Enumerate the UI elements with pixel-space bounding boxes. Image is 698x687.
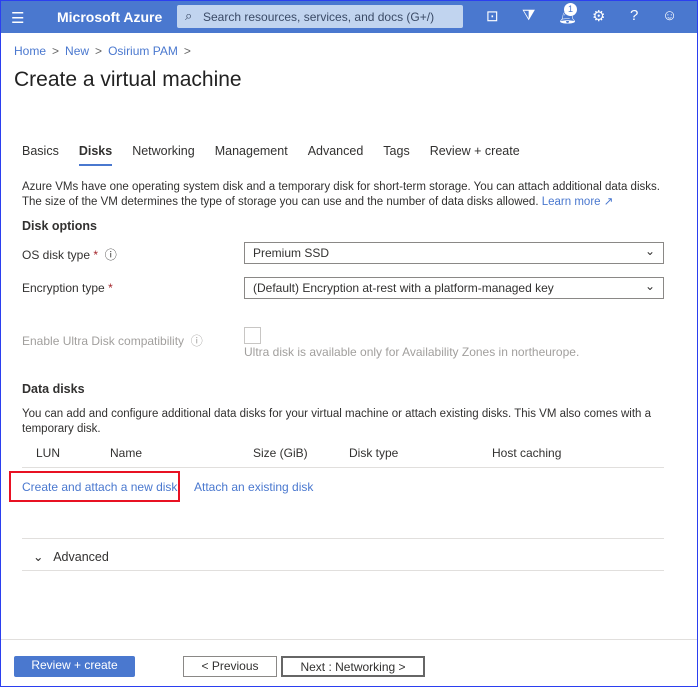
- column-host-caching: Host caching: [492, 446, 562, 460]
- breadcrumb-home[interactable]: Home: [14, 44, 46, 58]
- column-name: Name: [110, 446, 143, 460]
- help-icon[interactable]: ?: [630, 7, 638, 24]
- window: ☰ Microsoft Azure ⌕ Search resources, ser…: [0, 0, 698, 687]
- disk-options-heading: Disk options: [22, 219, 98, 233]
- brand[interactable]: Microsoft Azure: [57, 9, 162, 25]
- tab-disks[interactable]: Disks: [78, 144, 113, 166]
- cloud-shell-icon[interactable]: ⊡: [486, 7, 499, 25]
- os-disk-label: OS disk type * ⓘ: [22, 248, 117, 262]
- tab-management[interactable]: Management: [215, 144, 288, 166]
- tab-advanced[interactable]: Advanced: [308, 144, 364, 166]
- search-input[interactable]: ⌕ Search resources, services, and docs (G…: [177, 5, 463, 28]
- tab-tags[interactable]: Tags: [383, 144, 409, 166]
- external-link-icon: ↗: [603, 196, 614, 208]
- column-lun: LUN: [36, 446, 61, 460]
- os-disk-type-select[interactable]: Premium SSD ⌄: [244, 242, 664, 264]
- top-bar: ☰ Microsoft Azure ⌕ Search resources, ser…: [1, 1, 697, 33]
- advanced-section-toggle[interactable]: ⌄ Advanced: [33, 549, 109, 564]
- directory-filter-icon[interactable]: ⧩: [522, 7, 535, 24]
- data-disks-description: You can add and configure additional dat…: [22, 408, 652, 435]
- feedback-smiley-icon[interactable]: ☺: [662, 7, 677, 24]
- next-networking-button[interactable]: Next : Networking >: [281, 656, 425, 677]
- divider: [22, 538, 664, 539]
- encryption-type-select[interactable]: (Default) Encryption at-rest with a plat…: [244, 277, 664, 299]
- create-attach-disk-link[interactable]: Create and attach a new disk: [22, 480, 177, 494]
- chevron-down-icon: ⌄: [644, 279, 655, 293]
- divider: [22, 467, 664, 468]
- review-create-button[interactable]: Review + create: [14, 656, 135, 677]
- notification-badge: 1: [564, 3, 577, 16]
- column-disk-type: Disk type: [349, 446, 399, 460]
- page-title: Create a virtual machine: [14, 68, 242, 91]
- breadcrumb: Home > New > Osirium PAM >: [14, 44, 191, 58]
- attach-existing-disk-link[interactable]: Attach an existing disk: [194, 480, 313, 494]
- tab-review-create[interactable]: Review + create: [430, 144, 520, 166]
- tab-basics[interactable]: Basics: [22, 144, 59, 166]
- ultra-disk-checkbox[interactable]: [244, 327, 261, 344]
- breadcrumb-new[interactable]: New: [65, 44, 89, 58]
- disks-description: Azure VMs have one operating system disk…: [22, 181, 660, 208]
- breadcrumb-osirium[interactable]: Osirium PAM: [108, 44, 178, 58]
- learn-more-link[interactable]: Learn more: [542, 196, 601, 208]
- tab-networking[interactable]: Networking: [132, 144, 195, 166]
- ultra-disk-note: Ultra disk is available only for Availab…: [244, 345, 580, 359]
- chevron-down-icon: ⌄: [644, 244, 655, 258]
- encryption-label: Encryption type *: [22, 281, 113, 295]
- data-disks-heading: Data disks: [22, 382, 85, 396]
- chevron-down-icon: ⌄: [33, 550, 44, 564]
- previous-button[interactable]: < Previous: [183, 656, 277, 677]
- ultra-disk-label: Enable Ultra Disk compatibility ⓘ: [22, 334, 203, 348]
- menu-icon[interactable]: ☰: [11, 9, 24, 27]
- divider: [22, 570, 664, 571]
- info-icon[interactable]: ⓘ: [191, 334, 203, 348]
- footer-divider: [1, 639, 697, 640]
- gear-icon[interactable]: ⚙: [592, 7, 605, 25]
- tab-bar: Basics Disks Networking Management Advan…: [22, 144, 540, 166]
- search-icon: ⌕: [185, 8, 193, 23]
- info-icon[interactable]: ⓘ: [105, 248, 117, 262]
- column-size: Size (GiB): [253, 446, 308, 460]
